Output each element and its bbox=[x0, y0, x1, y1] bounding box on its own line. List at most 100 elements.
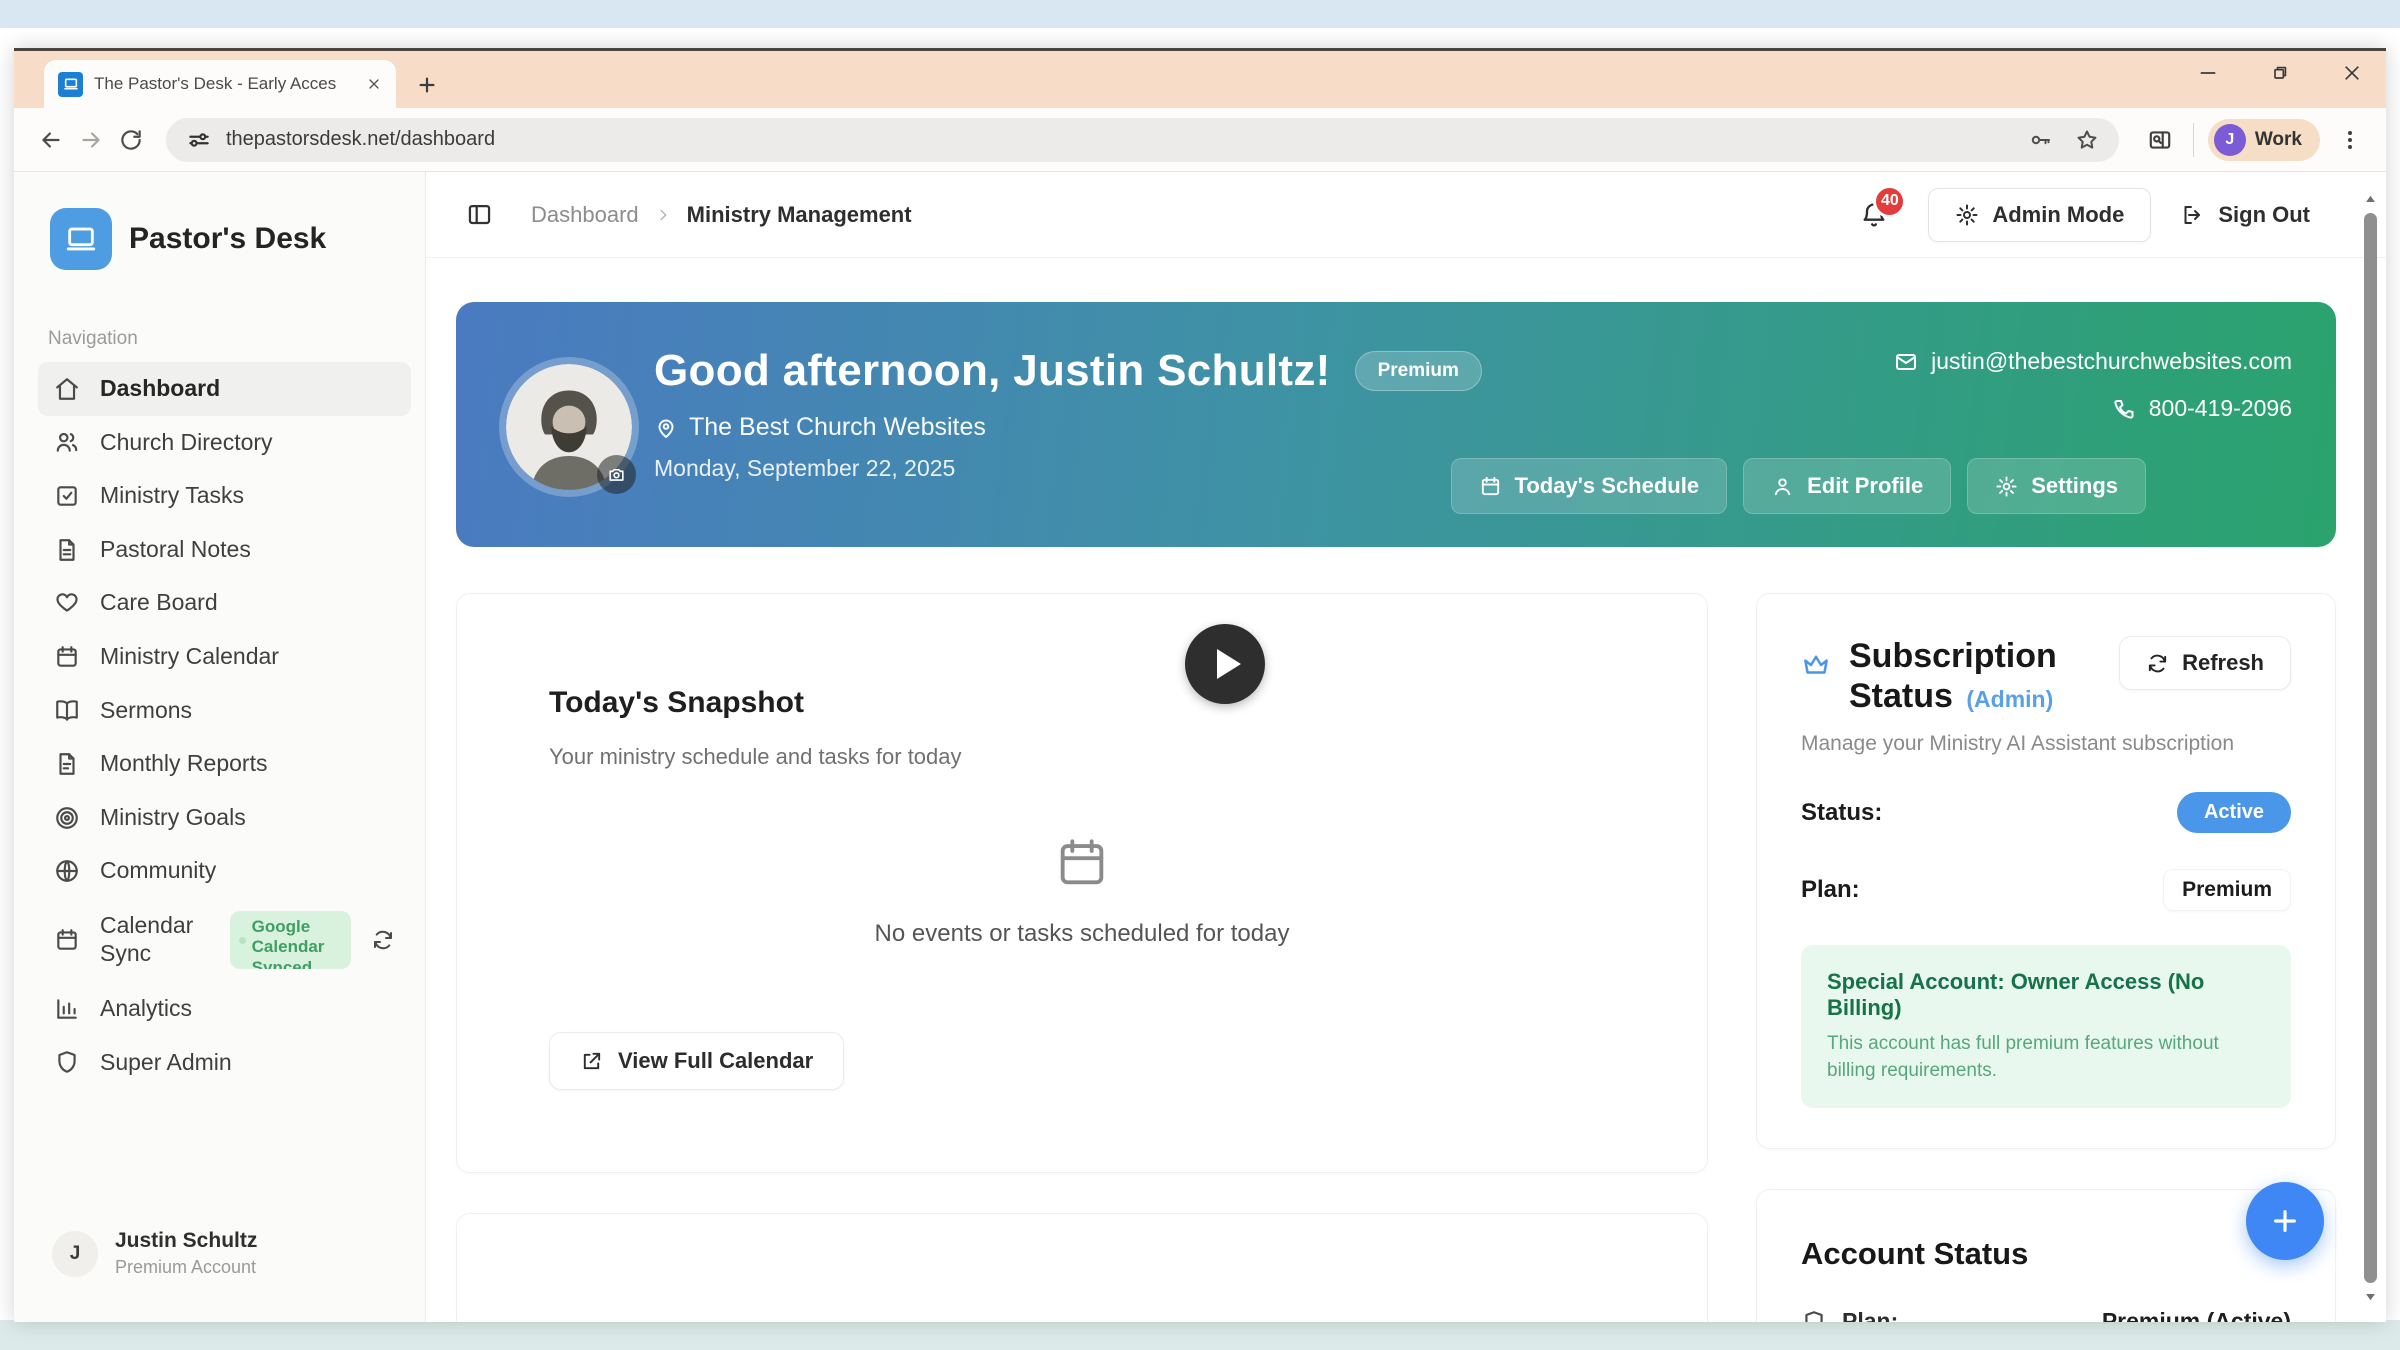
window-maximize-button[interactable] bbox=[2270, 63, 2290, 83]
note-icon bbox=[54, 537, 80, 563]
sidebar-toggle-icon[interactable] bbox=[466, 201, 493, 228]
sidebar-item-calendar-sync[interactable]: Calendar Sync Google Calendar Synced bbox=[38, 898, 411, 982]
refresh-icon bbox=[2146, 652, 2169, 675]
notifications-button[interactable]: 40 bbox=[1860, 201, 1888, 229]
browser-tab[interactable]: The Pastor's Desk - Early Acces bbox=[44, 60, 396, 108]
dashboard-content: Good afternoon, Justin Schultz! Premium … bbox=[426, 258, 2386, 1322]
edit-profile-button[interactable]: Edit Profile bbox=[1743, 458, 1951, 514]
url-bar[interactable]: thepastorsdesk.net/dashboard bbox=[166, 118, 2119, 162]
book-open-icon bbox=[54, 697, 80, 723]
calendar-icon bbox=[1479, 475, 1502, 498]
scroll-up-icon[interactable] bbox=[2363, 192, 2378, 207]
calendar-icon bbox=[54, 644, 80, 670]
browser-titlebar: The Pastor's Desk - Early Acces bbox=[14, 51, 2386, 108]
sidebar-item-super-admin[interactable]: Super Admin bbox=[38, 1036, 411, 1090]
desktop-background-top bbox=[0, 0, 2400, 28]
sidebar-item-community[interactable]: Community bbox=[38, 844, 411, 898]
user-name: Justin Schultz bbox=[115, 1229, 257, 1253]
notice-title: Special Account: Owner Access (No Billin… bbox=[1827, 969, 2265, 1021]
sync-refresh-icon[interactable] bbox=[371, 928, 395, 952]
forward-button[interactable] bbox=[78, 127, 104, 153]
new-tab-button[interactable] bbox=[416, 74, 438, 96]
email-text: justin@thebestchurchwebsites.com bbox=[1931, 348, 2292, 375]
admin-mode-button[interactable]: Admin Mode bbox=[1928, 188, 2151, 242]
notice-body: This account has full premium features w… bbox=[1827, 1031, 2265, 1084]
side-panel-search-icon[interactable] bbox=[2147, 127, 2173, 153]
browser-profile-button[interactable]: J Work bbox=[2208, 119, 2320, 161]
home-icon bbox=[54, 376, 80, 402]
status-label: Status: bbox=[1801, 799, 1882, 827]
next-section-card bbox=[456, 1213, 1708, 1322]
site-settings-icon[interactable] bbox=[186, 127, 212, 153]
browser-profile-avatar: J bbox=[2214, 124, 2246, 156]
sidebar-item-care-board[interactable]: Care Board bbox=[38, 576, 411, 630]
app-logo-icon bbox=[50, 208, 112, 270]
special-account-notice: Special Account: Owner Access (No Billin… bbox=[1801, 945, 2291, 1108]
sidebar-item-analytics[interactable]: Analytics bbox=[38, 982, 411, 1036]
desktop-background-bottom bbox=[0, 1320, 2400, 1350]
current-date: Monday, September 22, 2025 bbox=[654, 455, 1482, 482]
page-scrollbar[interactable] bbox=[2359, 192, 2381, 1304]
external-link-icon bbox=[580, 1050, 603, 1073]
snapshot-subtitle: Your ministry schedule and tasks for tod… bbox=[549, 744, 1647, 770]
settings-button[interactable]: Settings bbox=[1967, 458, 2146, 514]
snapshot-title: Today's Snapshot bbox=[549, 686, 1647, 720]
window-close-button[interactable] bbox=[2342, 63, 2362, 83]
sign-out-button[interactable]: Sign Out bbox=[2181, 202, 2310, 228]
refresh-button[interactable]: Refresh bbox=[2119, 636, 2291, 690]
greeting-text: Good afternoon, Justin Schultz! bbox=[654, 346, 1331, 396]
reload-button[interactable] bbox=[118, 127, 144, 153]
password-key-icon[interactable] bbox=[2029, 128, 2053, 152]
play-icon bbox=[1217, 649, 1241, 679]
sidebar-user-block[interactable]: J Justin Schultz Premium Account bbox=[14, 1203, 425, 1322]
back-button[interactable] bbox=[38, 127, 64, 153]
sidebar-item-church-directory[interactable]: Church Directory bbox=[38, 416, 411, 470]
site-favicon-icon bbox=[58, 72, 83, 97]
sidebar-item-ministry-calendar[interactable]: Ministry Calendar bbox=[38, 630, 411, 684]
check-square-icon bbox=[54, 483, 80, 509]
phone-icon bbox=[2112, 397, 2136, 421]
bookmark-star-icon[interactable] bbox=[2075, 128, 2099, 152]
scrollbar-thumb[interactable] bbox=[2364, 213, 2377, 1283]
calendar-sync-icon bbox=[54, 927, 80, 953]
location-pin-icon bbox=[654, 416, 678, 440]
sidebar-item-ministry-tasks[interactable]: Ministry Tasks bbox=[38, 469, 411, 523]
camera-icon[interactable] bbox=[597, 455, 636, 494]
church-name: The Best Church Websites bbox=[689, 413, 986, 442]
subscription-subtitle: Manage your Ministry AI Assistant subscr… bbox=[1801, 732, 2291, 756]
gear-icon bbox=[1995, 475, 2018, 498]
view-full-calendar-button[interactable]: View Full Calendar bbox=[549, 1032, 844, 1090]
sidebar-item-monthly-reports[interactable]: Monthly Reports bbox=[38, 737, 411, 791]
scroll-down-icon[interactable] bbox=[2363, 1289, 2378, 1304]
video-play-button[interactable] bbox=[1185, 624, 1265, 704]
nav-list: Dashboard Church Directory Ministry Task… bbox=[14, 362, 425, 1089]
report-icon bbox=[54, 751, 80, 777]
window-minimize-button[interactable] bbox=[2198, 63, 2218, 83]
target-icon bbox=[54, 805, 80, 831]
breadcrumb-current: Ministry Management bbox=[687, 202, 912, 228]
chevron-right-icon bbox=[655, 207, 671, 223]
subscription-status-card: Subscription Status (Admin) Refresh Mana… bbox=[1756, 593, 2336, 1149]
snapshot-empty-state: No events or tasks scheduled for today bbox=[457, 834, 1707, 948]
sidebar-item-pastoral-notes[interactable]: Pastoral Notes bbox=[38, 523, 411, 577]
mail-icon bbox=[1894, 350, 1918, 374]
calendar-icon bbox=[1053, 834, 1111, 892]
sidebar-item-sermons[interactable]: Sermons bbox=[38, 684, 411, 738]
user-avatar: J bbox=[52, 1231, 98, 1277]
phone-line: 800-419-2096 bbox=[2112, 395, 2292, 422]
users-icon bbox=[54, 429, 80, 455]
premium-badge: Premium bbox=[1355, 351, 1482, 391]
breadcrumb-parent[interactable]: Dashboard bbox=[531, 202, 639, 228]
sidebar-item-dashboard[interactable]: Dashboard bbox=[38, 362, 411, 416]
account-plan-value: Premium (Active) bbox=[2102, 1308, 2291, 1322]
heart-icon bbox=[54, 590, 80, 616]
email-line: justin@thebestchurchwebsites.com bbox=[1894, 348, 2292, 375]
browser-window: The Pastor's Desk - Early Acces bbox=[14, 48, 2386, 1322]
todays-schedule-button[interactable]: Today's Schedule bbox=[1451, 458, 1728, 514]
browser-menu-icon[interactable] bbox=[2338, 128, 2362, 152]
admin-tag: (Admin) bbox=[1966, 686, 2053, 712]
add-fab-button[interactable] bbox=[2246, 1182, 2324, 1260]
tab-close-icon[interactable] bbox=[366, 76, 382, 92]
sidebar-item-ministry-goals[interactable]: Ministry Goals bbox=[38, 791, 411, 845]
shield-icon bbox=[1801, 1309, 1827, 1322]
